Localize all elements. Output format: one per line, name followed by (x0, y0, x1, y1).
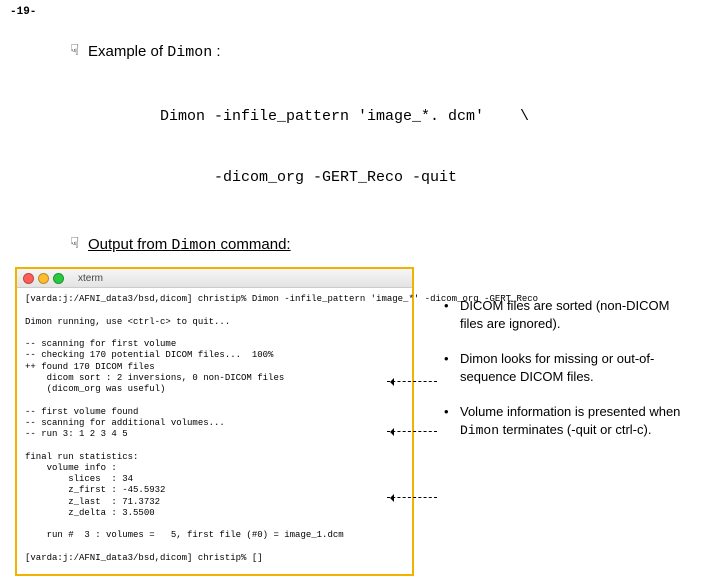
txt: : (212, 43, 220, 60)
lower-area: xterm [varda:j:/AFNI_data3/bsd,dicom] ch… (70, 267, 700, 576)
bullet-icon: • (444, 403, 460, 439)
txt: Example of (88, 43, 167, 60)
minimize-icon (38, 273, 49, 284)
note-item: • Volume information is presented when D… (444, 403, 690, 439)
terminal-window: xterm [varda:j:/AFNI_data3/bsd,dicom] ch… (15, 267, 414, 576)
terminal-title: xterm (78, 273, 103, 284)
note-text: Dimon looks for missing or out-of-sequen… (460, 350, 690, 385)
txt: terminates (-quit or ctrl-c). (499, 422, 651, 437)
pointer-icon: ☟ (70, 42, 88, 60)
note-text: Volume information is presented when Dim… (460, 403, 690, 439)
terminal-titlebar: xterm (17, 269, 412, 288)
txt: Dimon looks for missing or out-of-sequen… (460, 351, 654, 384)
note-item: • Dimon looks for missing or out-of-sequ… (444, 350, 690, 385)
terminal-output: [varda:j:/AFNI_data3/bsd,dicom] christip… (17, 288, 412, 574)
txt: Output from (88, 236, 171, 253)
pointer-icon: ☟ (70, 235, 88, 253)
cmd-line-2: -dicom_org -GERT_Reco -quit (214, 168, 700, 188)
slide-content: ☟ Example of Dimon : Dimon -infile_patte… (0, 0, 720, 576)
arrow-icon (387, 431, 437, 433)
bullet-output: ☟ Output from Dimon command: (70, 235, 700, 256)
command-block: Dimon -infile_pattern 'image_*. dcm' \ -… (160, 67, 700, 229)
code: Dimon (460, 423, 499, 438)
cmd-line-1: Dimon -infile_pattern 'image_*. dcm' \ (160, 107, 700, 127)
txt: command: (216, 236, 290, 253)
bullet-output-text: Output from Dimon command: (88, 235, 291, 256)
arrow-icon (387, 497, 437, 499)
code: Dimon (171, 237, 216, 254)
bullet-example: ☟ Example of Dimon : (70, 42, 700, 63)
arrow-icon (387, 381, 437, 383)
page-number: -19- (10, 6, 36, 18)
close-icon (23, 273, 34, 284)
txt: Volume information is presented when (460, 404, 680, 419)
code: Dimon (167, 44, 212, 61)
bullet-example-text: Example of Dimon : (88, 42, 221, 63)
bullet-icon: • (444, 350, 460, 385)
zoom-icon (53, 273, 64, 284)
